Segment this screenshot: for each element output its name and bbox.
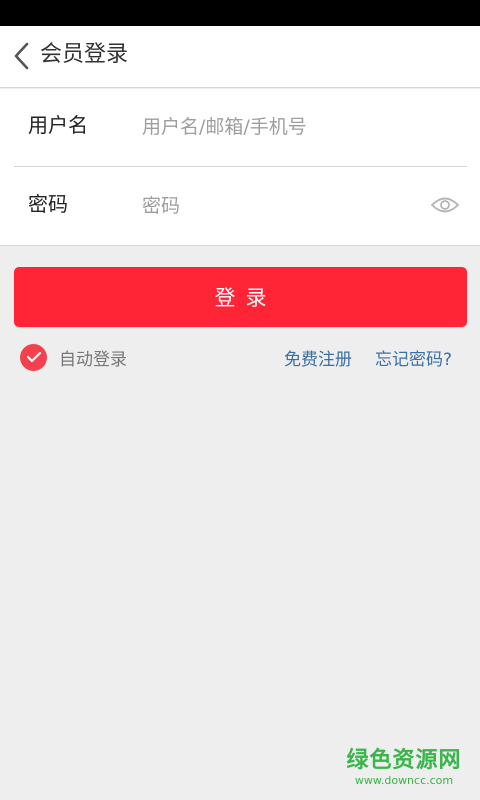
back-button[interactable]	[8, 36, 36, 76]
chevron-left-icon	[14, 42, 29, 70]
register-link[interactable]: 免费注册	[284, 347, 352, 373]
checkbox-checked-icon	[20, 343, 47, 371]
login-button[interactable]: 登录	[14, 267, 467, 327]
watermark-url: www.downcc.com	[354, 774, 454, 787]
password-input[interactable]	[142, 186, 422, 226]
status-bar	[0, 0, 480, 26]
forgot-password-link[interactable]: 忘记密码?	[375, 347, 452, 373]
watermark: 绿色资源网 www.downcc.com	[344, 748, 464, 788]
username-input[interactable]	[142, 107, 422, 147]
show-password-toggle[interactable]	[428, 192, 462, 218]
username-label: 用户名	[28, 113, 88, 137]
page-title: 会员登录	[40, 42, 129, 67]
username-row: 用户名	[0, 89, 480, 167]
password-label: 密码	[28, 192, 68, 216]
watermark-title: 绿色资源网	[346, 748, 462, 773]
login-form: 用户名 密码	[0, 89, 480, 246]
auto-login-label: 自动登录	[59, 349, 127, 370]
divider	[14, 166, 467, 167]
auto-login-checkbox[interactable]: 自动登录	[20, 342, 127, 372]
password-row: 密码	[0, 168, 480, 246]
nav-bar: 会员登录	[0, 26, 480, 88]
eye-icon	[430, 197, 460, 213]
checkmark-icon	[26, 351, 41, 363]
